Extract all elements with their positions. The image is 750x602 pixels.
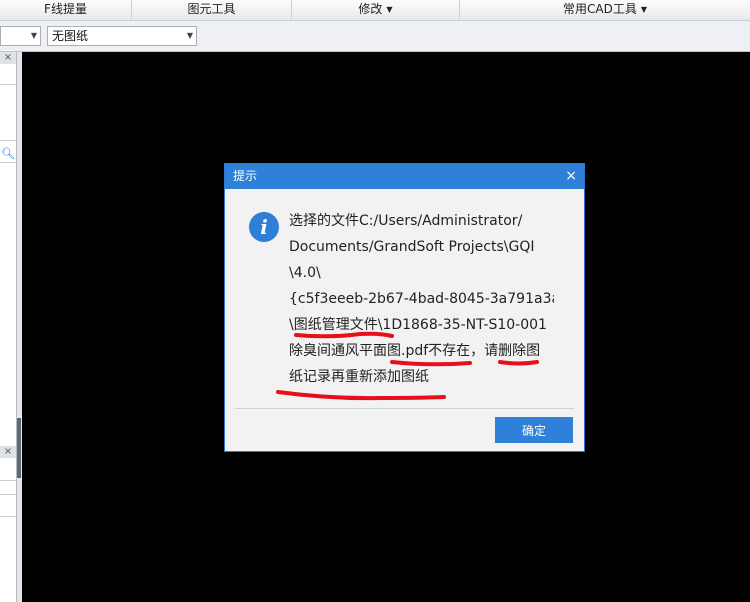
left-panel: × 🔍︎ × bbox=[0, 52, 17, 602]
tab-label: 常用CAD工具 bbox=[563, 2, 637, 16]
message-line: 除臭间通风平面图.pdf不存在，请删除图 bbox=[289, 343, 541, 359]
divider bbox=[0, 140, 16, 141]
message-line: Documents/GrandSoft Projects\GQI bbox=[289, 239, 535, 255]
splitter-grip[interactable] bbox=[17, 418, 21, 478]
divider bbox=[0, 162, 16, 163]
alert-dialog: 提示 × i 选择的文件C:/Users/Administrator/ Docu… bbox=[224, 163, 585, 452]
dialog-title: 提示 bbox=[233, 169, 258, 183]
floor-select[interactable]: ▼ bbox=[0, 26, 41, 46]
panel-close-icon[interactable]: × bbox=[0, 52, 16, 64]
dropdown-arrow-icon: ▼ bbox=[186, 31, 193, 40]
tab-element-tools[interactable]: 图元工具 bbox=[132, 0, 292, 20]
caret-down-icon: ▼ bbox=[640, 5, 647, 14]
search-icon[interactable]: 🔍︎ bbox=[1, 147, 15, 160]
divider bbox=[0, 494, 16, 495]
info-icon: i bbox=[249, 212, 279, 242]
message-line: 选择的文件C:/Users/Administrator/ bbox=[289, 213, 523, 229]
tab-label: 图元工具 bbox=[187, 2, 236, 16]
divider bbox=[0, 516, 16, 517]
tab-label: F线提量 bbox=[44, 2, 87, 16]
tab-cad-tools[interactable]: 常用CAD工具 ▼ bbox=[460, 0, 750, 20]
tab-label: 修改 bbox=[358, 2, 383, 16]
tab-line-extract[interactable]: F线提量 bbox=[0, 0, 132, 20]
dialog-titlebar[interactable]: 提示 × bbox=[225, 164, 584, 189]
dialog-divider bbox=[235, 408, 574, 409]
divider bbox=[0, 84, 16, 85]
ok-button[interactable]: 确定 bbox=[495, 417, 573, 443]
close-icon[interactable]: × bbox=[565, 164, 577, 189]
caret-down-icon: ▼ bbox=[386, 5, 393, 14]
ribbon-bar: F线提量 图元工具 修改 ▼ 常用CAD工具 ▼ bbox=[0, 0, 750, 21]
tab-modify[interactable]: 修改 ▼ bbox=[292, 0, 460, 20]
select-value: 无图纸 bbox=[52, 29, 89, 43]
dialog-message: 选择的文件C:/Users/Administrator/ Documents/G… bbox=[289, 208, 554, 390]
divider bbox=[0, 480, 16, 481]
message-line: 纸记录再重新添加图纸 bbox=[289, 369, 429, 385]
message-line: \4.0\ bbox=[289, 265, 321, 281]
message-line: {c5f3eeeb-2b67-4bad-8045-3a791a3a7! bbox=[289, 291, 554, 307]
dropdown-arrow-icon: ▼ bbox=[30, 31, 37, 40]
drawing-select[interactable]: 无图纸 ▼ bbox=[47, 26, 197, 46]
panel-close-icon[interactable]: × bbox=[0, 446, 16, 458]
message-line: \图纸管理文件\1D1868-35-NT-S10-001 bbox=[289, 317, 547, 333]
toolbar: ▼ 无图纸 ▼ bbox=[0, 21, 750, 52]
